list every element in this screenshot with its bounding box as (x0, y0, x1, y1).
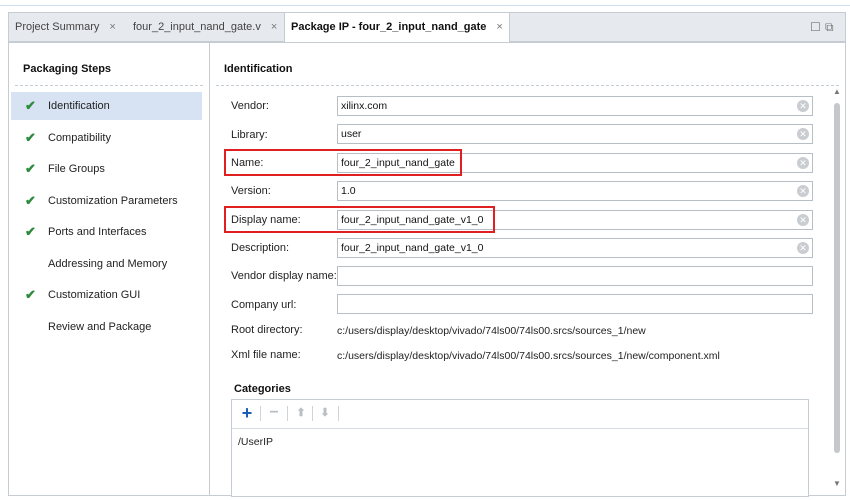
highlight-box-name (224, 149, 462, 176)
editor-tab-bar: Project Summary × four_2_input_nand_gate.… (8, 12, 846, 43)
scrollbar-thumb[interactable] (834, 103, 840, 453)
company-url-field[interactable] (337, 294, 813, 314)
vendor-display-name-field[interactable] (337, 266, 813, 286)
step-label: Customization Parameters (48, 195, 178, 207)
toolbar-divider (260, 406, 261, 421)
step-addressing-and-memory[interactable]: Addressing and Memory (11, 250, 202, 278)
version-field[interactable]: 1.0 ✕ (337, 181, 813, 201)
package-ip-panel: Packaging Steps ✔ Identification ✔ Compa… (8, 42, 846, 497)
vendor-display-name-label: Vendor display name: (231, 270, 337, 282)
section-title: Identification (224, 63, 293, 75)
toolbar-divider (312, 406, 313, 421)
step-label: Customization GUI (48, 289, 141, 301)
clear-icon[interactable]: ✕ (797, 100, 809, 112)
version-value: 1.0 (341, 185, 356, 197)
vertical-scrollbar[interactable]: ▲ ▼ (833, 87, 841, 493)
packaging-steps-title: Packaging Steps (23, 63, 112, 75)
close-icon[interactable]: × (271, 21, 277, 33)
root-directory-value: c:/users/display/desktop/vivado/74ls00/7… (337, 325, 646, 337)
library-field[interactable]: user ✕ (337, 124, 813, 144)
step-label: Compatibility (48, 132, 111, 144)
packaging-steps-sidebar: Packaging Steps ✔ Identification ✔ Compa… (9, 43, 210, 495)
vendor-field[interactable]: xilinx.com ✕ (337, 96, 813, 116)
step-review-and-package[interactable]: Review and Package (11, 313, 202, 341)
tab-label: four_2_input_nand_gate.v (133, 21, 261, 33)
step-label: Ports and Interfaces (48, 226, 147, 238)
toolbar-divider (338, 406, 339, 421)
top-border (0, 0, 850, 6)
identification-section: Identification Vendor: xilinx.com ✕ Libr… (210, 43, 845, 497)
categories-panel: + − ⬆ ⬇ /UserIP (231, 399, 809, 497)
move-up-icon[interactable]: ⬆ (292, 404, 310, 422)
library-label: Library: (231, 129, 268, 141)
tab-label: Package IP - four_2_input_nand_gate (291, 21, 487, 33)
check-icon: ✔ (25, 130, 36, 145)
clear-icon[interactable]: ✕ (797, 242, 809, 254)
remove-icon[interactable]: − (265, 404, 283, 422)
categories-title: Categories (234, 383, 291, 395)
toolbar-divider (287, 406, 288, 421)
xml-file-name-label: Xml file name: (231, 349, 301, 361)
step-label: Identification (48, 100, 110, 112)
check-icon: ✔ (25, 224, 36, 239)
xml-file-name-value: c:/users/display/desktop/vivado/74ls00/7… (337, 350, 720, 362)
scroll-down-icon[interactable]: ▼ (833, 479, 841, 488)
maximize-icon[interactable]: ⧉ (825, 13, 834, 42)
check-icon: ✔ (25, 161, 36, 176)
step-customization-parameters[interactable]: ✔ Customization Parameters (11, 187, 202, 215)
check-icon: ✔ (25, 98, 36, 113)
check-icon: ✔ (25, 193, 36, 208)
root-directory-label: Root directory: (231, 324, 303, 336)
restore-icon[interactable]: ☐ (810, 13, 821, 42)
scroll-up-icon[interactable]: ▲ (833, 87, 841, 96)
step-label: Addressing and Memory (48, 258, 168, 270)
step-identification[interactable]: ✔ Identification (11, 92, 202, 120)
clear-icon[interactable]: ✕ (797, 185, 809, 197)
clear-icon[interactable]: ✕ (797, 128, 809, 140)
step-compatibility[interactable]: ✔ Compatibility (11, 124, 202, 152)
library-value: user (341, 128, 362, 140)
close-icon[interactable]: × (496, 21, 502, 33)
version-label: Version: (231, 185, 271, 197)
tab-project-summary[interactable]: Project Summary × (9, 13, 122, 42)
step-ports-and-interfaces[interactable]: ✔ Ports and Interfaces (11, 218, 202, 246)
close-icon[interactable]: × (109, 21, 115, 33)
check-icon: ✔ (25, 287, 36, 302)
categories-toolbar: + − ⬆ ⬇ (232, 400, 808, 429)
company-url-label: Company url: (231, 299, 297, 311)
divider (15, 85, 203, 86)
tab-label: Project Summary (15, 21, 100, 33)
description-label: Description: (231, 242, 290, 254)
description-value: four_2_input_nand_gate_v1_0 (341, 242, 484, 254)
clear-icon[interactable]: ✕ (797, 157, 809, 169)
description-field[interactable]: four_2_input_nand_gate_v1_0 ✕ (337, 238, 813, 258)
tab-package-ip[interactable]: Package IP - four_2_input_nand_gate × (284, 13, 510, 43)
move-down-icon[interactable]: ⬇ (316, 404, 334, 422)
add-icon[interactable]: + (238, 404, 256, 422)
highlight-box-display-name (224, 206, 495, 233)
step-customization-gui[interactable]: ✔ Customization GUI (11, 281, 202, 309)
step-label: Review and Package (48, 321, 152, 333)
clear-icon[interactable]: ✕ (797, 214, 809, 226)
step-label: File Groups (48, 163, 105, 175)
step-file-groups[interactable]: ✔ File Groups (11, 155, 202, 183)
category-item[interactable]: /UserIP (238, 436, 273, 448)
vendor-label: Vendor: (231, 100, 269, 112)
vendor-value: xilinx.com (341, 100, 388, 112)
divider (216, 85, 839, 86)
tab-four-2-input-nand-gate-v[interactable]: four_2_input_nand_gate.v × (127, 13, 283, 42)
